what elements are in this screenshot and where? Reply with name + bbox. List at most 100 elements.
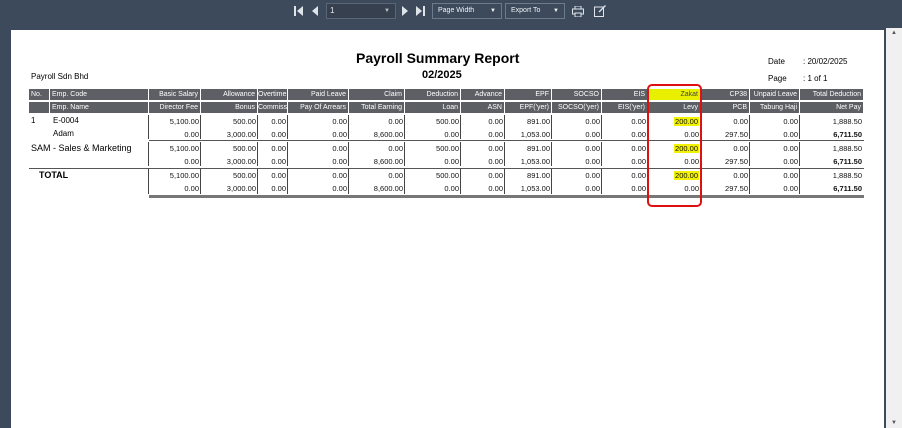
employee-epf-value: 891.00	[527, 117, 550, 126]
department-director-fee-value: 0.00	[184, 157, 199, 166]
employee-total-earning-value: 8,600.00	[373, 130, 403, 139]
department-unpaid-leave-value: 0.00	[783, 144, 798, 153]
page-label: Page	[768, 74, 787, 83]
department-asn-value: 0.00	[488, 157, 503, 166]
print-icon[interactable]	[571, 4, 585, 18]
header-overtime: Overtime	[258, 89, 288, 100]
department-basic-salary-value: 5,100.00	[169, 144, 199, 153]
viewer-toolbar: 1 ▼ Page Width ▼ Export To ▼	[0, 0, 902, 22]
first-page-icon[interactable]	[293, 5, 303, 17]
total-claim-value: 0.00	[388, 171, 403, 180]
column-separator	[257, 115, 258, 139]
department-bonus-value: 3,000.00	[226, 157, 256, 166]
column-separator	[148, 142, 149, 166]
employee-epf-yer-value: 1,053.00	[520, 130, 550, 139]
employee-pcb-value: 297.50	[725, 130, 748, 139]
scroll-up-icon[interactable]: ▲	[891, 30, 897, 36]
column-separator	[287, 142, 288, 166]
chevron-down-icon: ▼	[384, 8, 390, 14]
total-socso-yer-value: 0.00	[585, 184, 600, 193]
column-separator	[551, 142, 552, 166]
employee-net-pay-value: 6,711.50	[833, 130, 862, 139]
column-separator	[257, 169, 258, 194]
employee-unpaid-leave-value: 0.00	[783, 117, 798, 126]
report-title: Payroll Summary Report	[356, 50, 520, 66]
total-bonus-value: 3,000.00	[226, 184, 256, 193]
vertical-scrollbar[interactable]: ▲ ▼	[886, 28, 902, 428]
employee-basic-salary-value: 5,100.00	[169, 117, 199, 126]
total-deduction-value: 500.00	[436, 171, 459, 180]
header-loan: Loan	[405, 102, 461, 113]
column-separator	[749, 142, 750, 166]
last-page-icon[interactable]	[415, 5, 425, 17]
department-label: SAM - Sales & Marketing	[31, 143, 132, 153]
total-allowance-value: 500.00	[233, 171, 256, 180]
total-epf-yer-value: 1,053.00	[520, 184, 550, 193]
department-total-earning-value: 8,600.00	[373, 157, 403, 166]
department-cp38-value: 0.00	[733, 144, 748, 153]
total-tabung-haji-value: 0.00	[783, 184, 798, 193]
column-separator	[551, 115, 552, 139]
employee-asn-value: 0.00	[488, 130, 503, 139]
previous-page-icon[interactable]	[311, 5, 319, 17]
column-separator	[551, 169, 552, 194]
employee-cp38-value: 0.00	[733, 117, 748, 126]
employee-pay-of-arrears-value: 0.00	[332, 130, 347, 139]
employee-allowance-value: 500.00	[233, 117, 256, 126]
total-pcb-value: 297.50	[725, 184, 748, 193]
header-socso-yer: SOCSO('yer)	[552, 102, 602, 113]
header-basic-salary: Basic Salary	[149, 89, 201, 100]
employee-socso-yer-value: 0.00	[585, 130, 600, 139]
header-pcb: PCB	[701, 102, 750, 113]
header-paid-leave: Paid Leave	[288, 89, 349, 100]
department-tabung-haji-value: 0.00	[783, 157, 798, 166]
report-period: 02/2025	[422, 69, 462, 81]
total-loan-value: 0.00	[444, 184, 459, 193]
column-separator	[460, 115, 461, 139]
column-separator	[348, 115, 349, 139]
column-separator	[348, 142, 349, 166]
header-bonus: Bonus	[201, 102, 258, 113]
column-separator	[348, 169, 349, 194]
total-rule	[149, 195, 864, 198]
header-cp38: CP38	[701, 89, 750, 100]
column-separator	[460, 169, 461, 194]
header-allowance: Allowance	[201, 89, 258, 100]
column-separator	[504, 142, 505, 166]
total-epf-value: 891.00	[527, 171, 550, 180]
next-page-icon[interactable]	[401, 5, 409, 17]
header-eis: EIS	[602, 89, 648, 100]
department-socso-yer-value: 0.00	[585, 157, 600, 166]
page-number-input[interactable]: 1 ▼	[326, 3, 396, 19]
employee-claim-value: 0.00	[388, 117, 403, 126]
employee-tabung-haji-value: 0.00	[783, 130, 798, 139]
scroll-down-icon[interactable]: ▼	[891, 420, 897, 426]
column-separator	[200, 115, 201, 139]
total-total-deduction-value: 1,888.50	[832, 171, 862, 180]
department-eis-yer-value: 0.00	[631, 157, 646, 166]
department-allowance-value: 500.00	[233, 144, 256, 153]
department-overtime-value: 0.00	[271, 144, 286, 153]
zoom-dropdown[interactable]: Page Width ▼	[432, 3, 502, 19]
department-paid-leave-value: 0.00	[332, 144, 347, 153]
header-asn: ASN	[461, 102, 505, 113]
department-epf-value: 891.00	[527, 144, 550, 153]
column-separator	[799, 169, 800, 194]
employee-eis-yer-value: 0.00	[631, 130, 646, 139]
total-net-pay-value: 6,711.50	[833, 184, 862, 193]
edit-icon[interactable]	[593, 4, 607, 18]
total-label: TOTAL	[39, 170, 69, 180]
chevron-down-icon: ▼	[490, 8, 496, 14]
department-advance-value: 0.00	[488, 144, 503, 153]
column-separator	[200, 142, 201, 166]
export-dropdown[interactable]: Export To ▼	[505, 3, 565, 19]
employee-no: 1	[31, 116, 36, 125]
header-emp-name: Emp. Name	[50, 102, 149, 113]
zoom-label: Page Width	[438, 7, 475, 14]
header-eis-yer: EIS('yer)	[602, 102, 648, 113]
column-separator	[504, 115, 505, 139]
employee-commission-value: 0.00	[271, 130, 286, 139]
header-deduction: Deduction	[405, 89, 461, 100]
header-epf: EPF	[505, 89, 552, 100]
chevron-down-icon: ▼	[553, 8, 559, 14]
